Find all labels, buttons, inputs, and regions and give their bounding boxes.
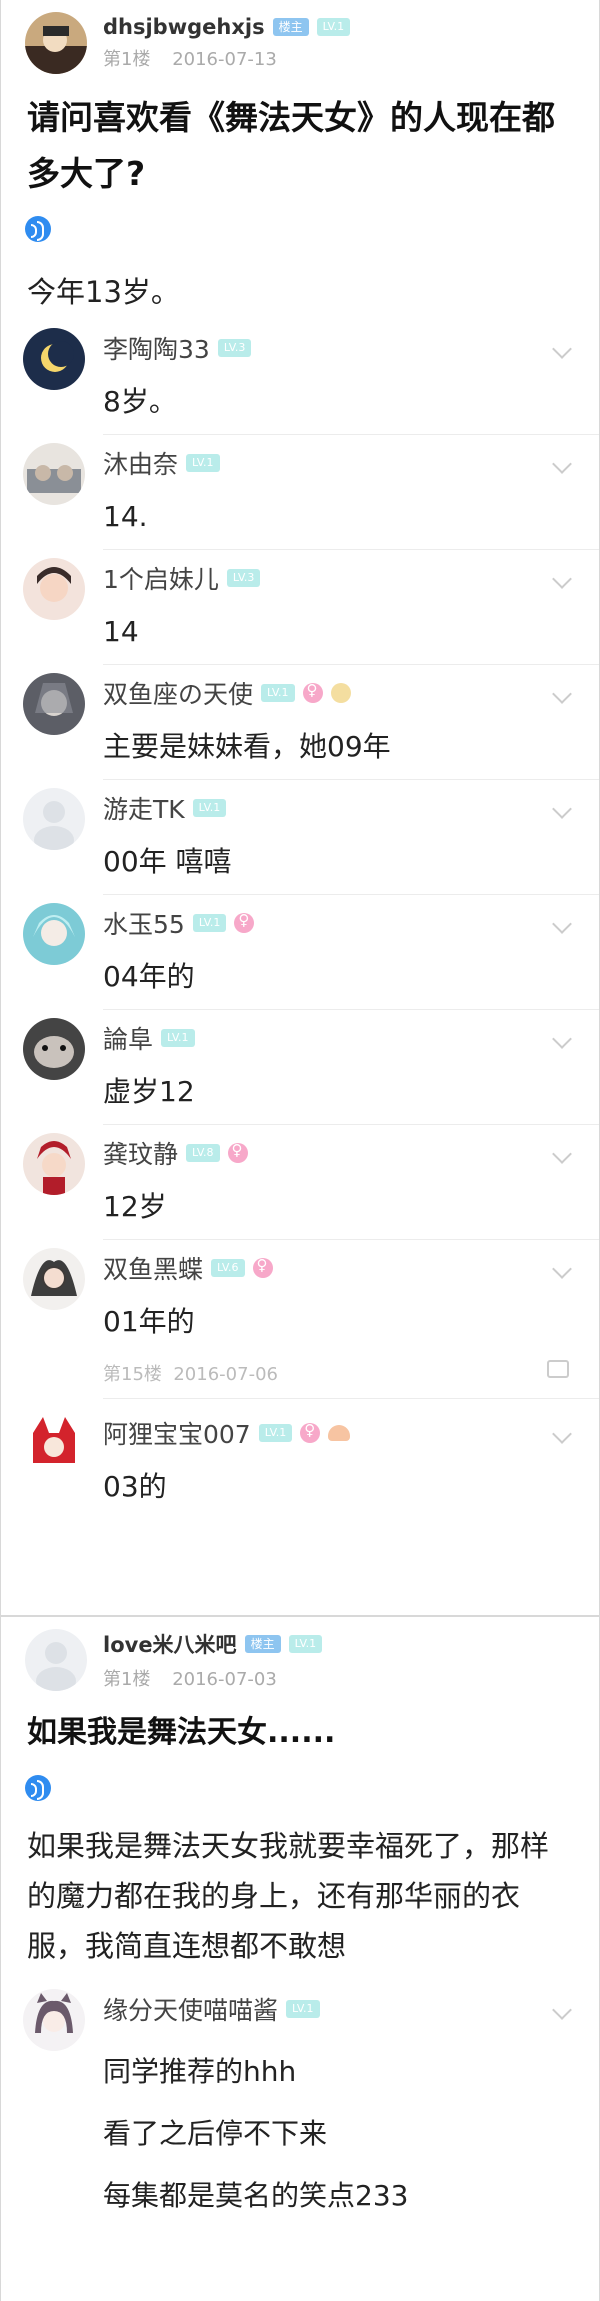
reply-date: 2016-07-06 — [173, 1364, 278, 1385]
reply-username[interactable]: 缘分天使喵喵酱 — [103, 1991, 278, 2027]
author-name[interactable]: love米八米吧 — [103, 1629, 237, 1659]
reply-line: 看了之后停不下来 — [103, 2117, 328, 2150]
level-badge: LV.6 — [211, 1259, 245, 1277]
reply-avatar[interactable] — [23, 1248, 85, 1310]
female-icon — [234, 911, 255, 933]
reply-text: 03的 — [103, 1470, 167, 1503]
vip-icon — [330, 683, 351, 703]
reply-text: 主要是妹妹看，她09年 — [103, 730, 391, 763]
female-icon — [227, 1141, 248, 1163]
reply-item: 游走TK LV.1 00年 嘻嘻 — [1, 780, 599, 895]
reply-text: 12岁 — [103, 1190, 167, 1223]
host-badge: 楼主 — [272, 18, 309, 36]
level-badge: LV.3 — [217, 339, 252, 357]
reply-item: 缘分天使喵喵酱 LV.1 同学推荐的hhh 看了之后停不下来 每集都是莫名的笑点2… — [1, 1981, 599, 2239]
reply-username[interactable]: 沐由奈 — [103, 445, 178, 481]
reply-username[interactable]: 龚玟静 — [103, 1135, 178, 1171]
post-header: love米八米吧 楼主 LV.1 第1楼 2016-07-03 — [1, 1617, 599, 1695]
reply-text: 8岁。 — [103, 385, 177, 418]
reply-avatar[interactable] — [23, 328, 85, 390]
reply-item: 龚玟静 LV.8 12岁 — [1, 1125, 599, 1240]
post-header: dhsjbwgehxjs 楼主 LV.1 第1楼 2016-07-13 — [1, 0, 599, 78]
reply-item: 水玉55 LV.1 04年的 — [1, 895, 599, 1010]
level-badge: LV.1 — [258, 1424, 293, 1442]
reply-avatar[interactable] — [23, 1989, 85, 2051]
floor-number: 第1楼 — [103, 49, 151, 70]
level-badge: LV.1 — [288, 1635, 323, 1653]
level-badge: LV.1 — [316, 18, 351, 36]
reply-item: 論阜 LV.1 虚岁12 — [1, 1010, 599, 1125]
floor-number: 第1楼 — [103, 1669, 151, 1690]
reply-item: 双鱼座の天使 LV.1 主要是妹妹看，她09年 — [1, 665, 599, 780]
reply-line: 同学推荐的hhh — [103, 2055, 297, 2088]
post-2: love米八米吧 楼主 LV.1 第1楼 2016-07-03 如果我是舞法天女… — [0, 1616, 600, 2301]
reply-item: 1个启妹儿 LV.3 14 — [1, 550, 599, 665]
author-avatar[interactable] — [25, 12, 87, 74]
level-badge: LV.1 — [192, 914, 227, 932]
floor-number: 第15楼 — [103, 1364, 162, 1385]
reply-text: 虚岁12 — [103, 1075, 195, 1108]
level-badge: LV.3 — [226, 569, 261, 587]
reply-text: 01年的 — [103, 1305, 195, 1338]
reply-meta: 第15楼 2016-07-06 — [103, 1360, 599, 1386]
post-meta: 第1楼 2016-07-13 — [103, 45, 350, 71]
level-badge: LV.1 — [261, 684, 295, 702]
host-badge: 楼主 — [244, 1635, 281, 1653]
reply-username[interactable]: 阿狸宝宝007 — [103, 1415, 251, 1451]
fan-icon — [328, 1425, 351, 1441]
reply-username[interactable]: 1个启妹儿 — [103, 560, 219, 596]
level-badge: LV.1 — [286, 2000, 320, 2018]
author-avatar[interactable] — [25, 1629, 87, 1691]
level-badge: LV.1 — [161, 1029, 195, 1047]
female-icon — [252, 1256, 273, 1278]
reply-text: 14 — [103, 615, 139, 648]
post-title: 请问喜欢看《舞法天女》的人现在都多大了? — [27, 98, 555, 193]
reply-username[interactable]: 游走TK — [103, 790, 185, 826]
female-icon — [302, 681, 323, 703]
author-name[interactable]: dhsjbwgehxjs — [103, 15, 265, 39]
reply-item: 阿狸宝宝007 LV.1 03的 — [1, 1405, 599, 1519]
reply-avatar[interactable] — [23, 443, 85, 505]
reply-avatar[interactable] — [23, 1413, 85, 1475]
reply-username[interactable]: 双鱼黑蝶 — [103, 1250, 203, 1286]
level-badge: LV.8 — [186, 1144, 220, 1162]
post-date: 2016-07-03 — [172, 1669, 277, 1690]
post-date: 2016-07-13 — [172, 49, 277, 70]
post-body: 如果我是舞法天女我就要幸福死了，那样的魔力都在我的身上，还有那华丽的衣服，我简直… — [27, 1829, 550, 1963]
reply-avatar[interactable] — [23, 788, 85, 850]
comment-icon[interactable] — [547, 1360, 569, 1378]
reply-avatar[interactable] — [23, 1018, 85, 1080]
reply-username[interactable]: 双鱼座の天使 — [103, 675, 253, 711]
screenshot-page: dhsjbwgehxjs 楼主 LV.1 第1楼 2016-07-13 请问喜欢… — [0, 0, 600, 2301]
post-1: dhsjbwgehxjs 楼主 LV.1 第1楼 2016-07-13 请问喜欢… — [0, 0, 600, 1615]
level-badge: LV.1 — [186, 454, 220, 472]
post-meta: 第1楼 2016-07-03 — [103, 1665, 322, 1691]
level-badge: LV.1 — [192, 799, 227, 817]
post-body: 今年13岁。 — [27, 275, 180, 309]
reply-avatar[interactable] — [23, 558, 85, 620]
reply-text: 04年的 — [103, 960, 195, 993]
reply-username[interactable]: 李陶陶33 — [103, 330, 210, 366]
reply-text: 14. — [103, 500, 148, 533]
reply-text: 00年 嘻嘻 — [103, 845, 232, 878]
voice-icon[interactable] — [25, 1775, 51, 1801]
female-icon — [300, 1421, 321, 1443]
reply-avatar[interactable] — [23, 903, 85, 965]
reply-username[interactable]: 論阜 — [103, 1020, 153, 1056]
reply-username[interactable]: 水玉55 — [103, 905, 185, 941]
voice-icon[interactable] — [25, 216, 51, 242]
reply-line: 每集都是莫名的笑点233 — [103, 2179, 409, 2212]
reply-item: 双鱼黑蝶 LV.6 01年的 第15楼 2016-07-06 — [1, 1240, 599, 1399]
reply-avatar[interactable] — [23, 673, 85, 735]
post-title: 如果我是舞法天女...... — [27, 1715, 336, 1750]
reply-avatar[interactable] — [23, 1133, 85, 1195]
reply-item: 李陶陶33 LV.3 8岁。 — [1, 320, 599, 435]
reply-item: 沐由奈 LV.1 14. — [1, 435, 599, 550]
